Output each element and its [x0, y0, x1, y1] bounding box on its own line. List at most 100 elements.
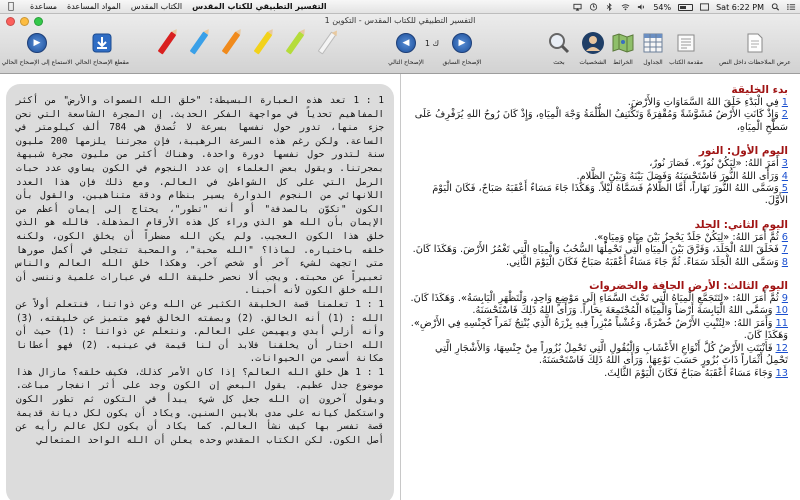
verse-text: فَخَلَقَ اللهُ الْجَلَدَ، وَفَرَّقَ بَيْ…	[412, 244, 779, 256]
maps-label: الخرائط	[613, 59, 633, 66]
verse-number-link[interactable]: 11	[776, 318, 788, 329]
verse-text: وَأَمَرَ اللهُ: «لِتُنْبِتِ الأَرْضُ خُض…	[410, 317, 788, 342]
commentary-pane: 1 : 1 تعد هذه العبارة البسيطة: "خلق الله…	[0, 74, 400, 500]
menu-help[interactable]: مساعدة	[30, 2, 57, 11]
timemachine-icon[interactable]	[589, 3, 598, 11]
audio-clip-button[interactable]: مقطع الإصحاح الحالي	[72, 30, 132, 66]
verse-number-link[interactable]: 8	[782, 257, 788, 268]
verse-text: وَسَمَّى اللهُ الْيَابِسَةَ أَرْضاً وَال…	[472, 305, 773, 317]
verse-number-link[interactable]: 2	[782, 109, 788, 120]
verse: 5وَسَمَّى اللهُ النُّورَ نَهَاراً، أَمَّ…	[410, 183, 788, 208]
chapter-indicator[interactable]: ك 1	[422, 30, 442, 56]
show-notes-button[interactable]: عرض الملاحظات داخل النص	[712, 30, 798, 66]
verse: 9ثُمَّ أَمَرَ اللهُ: «لِتَتَجَمَّعِ الْم…	[410, 293, 788, 305]
notification-center-icon[interactable]	[787, 3, 796, 11]
verse-number-link[interactable]: 4	[782, 171, 788, 182]
verse-number-link[interactable]: 6	[782, 232, 788, 243]
verse-number-link[interactable]: 12	[776, 343, 788, 354]
tables-button[interactable]: الجداول	[639, 30, 667, 66]
verse-number-link[interactable]: 1	[782, 97, 788, 108]
verse: 13وَجَاءَ مَسَاءٌ أَعْقَبَهُ صَبَاحٌ فَك…	[410, 368, 788, 380]
spotlight-icon[interactable]	[771, 3, 780, 11]
bluetooth-icon[interactable]	[605, 3, 614, 11]
characters-button[interactable]: الشخصيات	[577, 30, 609, 66]
play-chapter-label: الاستماع إلى الإصحاح الحالي	[1, 59, 73, 66]
verse-text: وَسَمَّى اللهُ النُّورَ نَهَاراً، أَمَّا…	[432, 183, 788, 207]
arrow-right-icon: ▶	[452, 33, 472, 53]
tables-label: الجداول	[643, 59, 663, 66]
clock[interactable]: Sat 6:22 PM	[716, 3, 764, 12]
menu-bar:  التفسير التطبيقي للكتاب المقدس الكتاب …	[0, 0, 800, 14]
verse: 12فَأَنْبَتَتِ الأَرْضُ كُلَّ أَنْوَاعِ …	[410, 343, 788, 368]
battery-percent: 54%	[653, 2, 672, 12]
window-toolbar: التفسير التطبيقي للكتاب المقدس - التكوين…	[0, 14, 800, 74]
map-icon	[612, 33, 634, 53]
document-icon	[747, 33, 763, 53]
verse: 4وَرَأَى اللهُ النُّورَ فَاسْتَحْسَنَهُ …	[410, 171, 788, 183]
intro-button[interactable]: مقدمة الكتاب	[669, 30, 703, 66]
play-chapter-button[interactable]: ▶ الاستماع إلى الإصحاح الحالي	[2, 30, 72, 66]
commentary-box[interactable]: 1 : 1 تعد هذه العبارة البسيطة: "خلق الله…	[6, 84, 394, 500]
maps-button[interactable]: الخرائط	[609, 30, 637, 66]
show-notes-label: عرض الملاحظات داخل النص	[719, 59, 791, 66]
verse-text: ثُمَّ أَمَرَ اللهُ: «لِيَكُنْ جَلَدٌ يَح…	[594, 231, 779, 243]
magnifier-icon	[549, 33, 570, 54]
input-source-icon[interactable]	[700, 3, 710, 11]
highlighter-red[interactable]	[155, 30, 179, 56]
cast-icon[interactable]	[573, 3, 582, 11]
highlighter-eraser[interactable]	[315, 30, 339, 56]
battery-icon[interactable]	[678, 3, 694, 11]
arrow-left-icon: ◀	[396, 33, 416, 53]
apple-menu-icon[interactable]: 	[0, 1, 22, 12]
characters-label: الشخصيات	[579, 59, 607, 66]
green-pen-icon	[285, 31, 305, 55]
verse-text: وَسَمَّى اللهُ الْجَلَدَ سَمَاءً. ثُمَّ …	[506, 256, 779, 268]
verse-number-link[interactable]: 7	[782, 244, 788, 255]
verse: 2وَإِذْ كَانَتِ الأَرْضُ مُشَوَّشَةً وَم…	[410, 109, 788, 134]
verse-number-link[interactable]: 10	[776, 305, 788, 316]
next-chapter-label: الإصحاح التالي	[388, 59, 424, 66]
section-heading: اليوم الثاني: الجلد	[694, 218, 788, 231]
section-heading: اليوم الأول: النور	[698, 145, 788, 158]
menu-bible[interactable]: الكتاب المقدس	[131, 2, 182, 11]
highlighter-green[interactable]	[283, 30, 307, 56]
verse-text: وَجَاءَ مَسَاءٌ أَعْقَبَهُ صَبَاحٌ فَكَا…	[604, 367, 773, 379]
verse-text: ثُمَّ أَمَرَ اللهُ: «لِتَتَجَمَّعِ الْمِ…	[410, 293, 779, 305]
menu-app-name[interactable]: التفسير التطبيقي للكتاب المقدس	[192, 2, 326, 11]
section-heading: اليوم الثالث: الأرض الجافة والخضروات	[589, 280, 788, 293]
highlighter-blue[interactable]	[187, 30, 211, 56]
download-audio-icon	[92, 33, 112, 53]
verse-number-link[interactable]: 13	[776, 368, 788, 379]
verse: 10وَسَمَّى اللهُ الْيَابِسَةَ أَرْضاً وَ…	[410, 305, 788, 317]
verse-text: وَإِذْ كَانَتِ الأَرْضُ مُشَوَّشَةً وَمُ…	[414, 109, 788, 133]
yellow-pen-icon	[253, 31, 273, 55]
search-label: بحث	[553, 59, 565, 66]
verse-number-link[interactable]: 9	[782, 293, 788, 304]
menu-resources[interactable]: المواد المساعدة	[67, 2, 121, 11]
verse: 1فِي الْبَدْءِ خَلَقَ اللهُ السَّمَاوَات…	[410, 97, 788, 109]
volume-icon[interactable]	[637, 3, 646, 11]
verse-text: فَأَنْبَتَتِ الأَرْضُ كُلَّ أَنْوَاعِ ال…	[435, 342, 788, 367]
verse-number-link[interactable]: 3	[782, 158, 788, 169]
book-icon	[677, 34, 695, 52]
pane-divider[interactable]	[400, 74, 401, 500]
menu-items: التفسير التطبيقي للكتاب المقدس الكتاب ال…	[30, 2, 327, 11]
red-pen-icon	[157, 31, 177, 55]
commentary-note: 1 : 1 تعد هذه العبارة البسيطة: "خلق الله…	[16, 95, 385, 297]
verse: 11وَأَمَرَ اللهُ: «لِتُنْبِتِ الأَرْضُ خ…	[410, 318, 788, 343]
table-grid-icon	[643, 33, 663, 53]
verse: 8وَسَمَّى اللهُ الْجَلَدَ سَمَاءً. ثُمَّ…	[410, 257, 788, 269]
wifi-icon[interactable]	[621, 3, 630, 11]
section-heading: بدء الخليقة	[731, 84, 788, 96]
person-icon	[582, 32, 604, 54]
highlighter-orange[interactable]	[219, 30, 243, 56]
scripture-pane: بدء الخليقة 1فِي الْبَدْءِ خَلَقَ اللهُ …	[402, 74, 800, 500]
prev-chapter-button[interactable]: ▶ الإصحاح السابق	[442, 30, 482, 66]
verse-text: فِي الْبَدْءِ خَلَقَ اللهُ السَّمَاوَاتِ…	[627, 97, 779, 108]
highlighter-yellow[interactable]	[251, 30, 275, 56]
verse-number-link[interactable]: 5	[782, 183, 788, 194]
audio-clip-label: مقطع الإصحاح الحالي	[75, 59, 129, 66]
commentary-note: 1 : 1 هل خلق الله العالم؟ إذا كان الأمر …	[16, 366, 384, 446]
verse: 7فَخَلَقَ اللهُ الْجَلَدَ، وَفَرَّقَ بَي…	[410, 244, 788, 256]
search-button[interactable]: بحث	[545, 30, 573, 66]
